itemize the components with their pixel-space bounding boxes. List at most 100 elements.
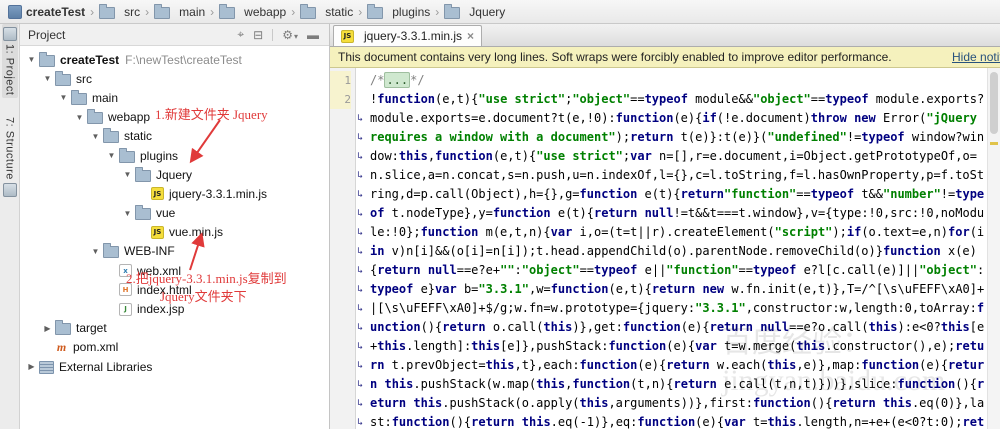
tree-item-label: webapp	[108, 110, 151, 125]
chevron-separator-icon: ›	[435, 4, 440, 19]
tree-item-webapp[interactable]: ▼ webapp	[20, 108, 329, 127]
tree-item-jquery-min-js[interactable]: JS jquery-3.3.1.min.js	[20, 184, 329, 203]
scrollbar-thumb[interactable]	[990, 72, 998, 134]
folder-icon	[219, 3, 236, 19]
folder-icon	[367, 3, 384, 19]
folder-icon	[103, 128, 119, 144]
chevron-down-icon[interactable]: ▼	[72, 113, 87, 122]
chevron-separator-icon: ›	[291, 4, 296, 19]
breadcrumb-label: src	[124, 4, 141, 19]
breadcrumb-item-main[interactable]: main	[152, 3, 207, 19]
tree-item-index-jsp[interactable]: Jindex.jsp	[20, 299, 329, 318]
tree-item-external-libraries[interactable]: ▶ External Libraries	[20, 357, 329, 376]
breadcrumb-item-webapp[interactable]: webapp	[217, 3, 288, 19]
tree-item-label: vue.min.js	[169, 225, 224, 240]
tree-item-label: External Libraries	[59, 359, 153, 374]
chevron-down-icon[interactable]: ▼	[88, 247, 103, 256]
chevron-separator-icon: ›	[358, 4, 363, 19]
soft-wrap-icon: ↳	[357, 284, 364, 295]
breadcrumb-item-createtest[interactable]: createTest	[6, 4, 87, 19]
settings-gear-icon[interactable]: ⚙▾	[282, 28, 298, 42]
tree-item-label: jquery-3.3.1.min.js	[169, 186, 268, 201]
tree-item-label: index.jsp	[137, 302, 185, 317]
folder-icon	[135, 205, 151, 221]
breadcrumb-label: main	[179, 4, 206, 19]
tree-item-static[interactable]: ▼ static	[20, 127, 329, 146]
project-tab-label: 1: Project	[3, 44, 16, 96]
soft-wrap-icon: ↳	[357, 227, 364, 238]
hide-panel-icon[interactable]: ▬	[307, 28, 319, 42]
tree-item-index-html[interactable]: Hindex.html	[20, 280, 329, 299]
breadcrumb-label: webapp	[244, 4, 287, 19]
project-panel: Project ⌖ ⊟ ⚙▾ ▬ ▼ createTest F:\newTest\c…	[20, 24, 330, 429]
tree-item-main[interactable]: ▼ main	[20, 88, 329, 107]
banner-message: This document contains very long lines. …	[338, 50, 892, 64]
close-icon[interactable]: ×	[467, 30, 474, 42]
breadcrumb-label: createTest	[26, 4, 86, 19]
comment-close: */	[410, 73, 425, 87]
tree-item-target[interactable]: ▶ target	[20, 319, 329, 338]
maven-file-icon: m	[56, 339, 67, 354]
editor-body: 1 2 /*... */ !function(e,t){"use strict";…	[330, 68, 1000, 429]
soft-wrap-icon: ↳	[357, 113, 364, 124]
tree-item-src[interactable]: ▼ src	[20, 69, 329, 88]
structure-tool-icon	[2, 183, 17, 198]
breadcrumb-item-jquery[interactable]: Jquery	[442, 3, 507, 19]
line-number-gutter[interactable]: 1 2	[330, 68, 356, 429]
code-area[interactable]: /*... */ !function(e,t){"use strict";"obj…	[356, 68, 987, 429]
soft-wrap-icon: ↳	[357, 417, 364, 428]
breadcrumb-label: plugins	[392, 4, 431, 19]
folder-icon	[119, 147, 135, 163]
breadcrumb-item-src[interactable]: src	[97, 3, 142, 19]
chevron-down-icon[interactable]: ▼	[56, 93, 71, 102]
soft-wrap-icon: ↳	[357, 360, 364, 371]
structure-tab-label: 7: Structure	[3, 117, 16, 181]
tree-item-label: static	[124, 129, 153, 144]
chevron-down-icon[interactable]: ▼	[88, 132, 103, 141]
tree-item-plugins[interactable]: ▼ plugins	[20, 146, 329, 165]
soft-wrap-banner: This document contains very long lines. …	[330, 47, 1000, 68]
chevron-right-icon[interactable]: ▶	[40, 324, 55, 333]
tree-item-label: createTest	[60, 52, 120, 67]
js-file-icon: JS	[151, 225, 164, 239]
chevron-down-icon[interactable]: ▼	[40, 74, 55, 83]
chevron-down-icon[interactable]: ▼	[104, 151, 119, 160]
sidebar-tab-project[interactable]: 1: Project	[1, 24, 18, 99]
soft-wrap-icon: ↳	[357, 398, 364, 409]
tree-item-pom-xml[interactable]: m pom.xml	[20, 338, 329, 357]
tree-item-web-xml[interactable]: x web.xml	[20, 261, 329, 280]
folder-icon	[55, 70, 71, 86]
tree-item-web-inf[interactable]: ▼ WEB-INF	[20, 242, 329, 261]
tree-item-jquery-folder[interactable]: ▼ Jquery	[20, 165, 329, 184]
tree-item-createtest[interactable]: ▼ createTest F:\newTest\createTest	[20, 50, 329, 69]
line-number: 2	[330, 90, 351, 109]
chevron-down-icon[interactable]: ▼	[120, 209, 135, 218]
soft-wrap-icon: ↳	[357, 341, 364, 352]
sidebar-tab-structure[interactable]: 7: Structure	[2, 114, 18, 200]
error-stripe-mark	[990, 142, 998, 145]
folder-icon	[39, 51, 55, 67]
chevron-down-icon[interactable]: ▼	[24, 55, 39, 64]
tree-item-vue-min-js[interactable]: JS vue.min.js	[20, 223, 329, 242]
tree-item-vue-folder[interactable]: ▼ vue	[20, 204, 329, 223]
soft-wrap-icon: ↳	[357, 189, 364, 200]
folder-icon	[99, 3, 116, 19]
tree-item-label: plugins	[140, 148, 179, 163]
breadcrumb-item-static[interactable]: static	[298, 3, 355, 19]
divider	[272, 28, 274, 41]
tree-item-label: main	[92, 90, 119, 105]
soft-wrap-icon: ↳	[357, 132, 364, 143]
editor-tab-jquery[interactable]: JS jquery-3.3.1.min.js ×	[333, 25, 483, 46]
hide-notification-link[interactable]: Hide notification	[952, 50, 1000, 64]
chevron-down-icon[interactable]: ▼	[120, 170, 135, 179]
soft-wrap-icon: ↳	[357, 303, 364, 314]
folded-region[interactable]: ...	[384, 72, 411, 88]
chevron-right-icon[interactable]: ▶	[24, 362, 39, 371]
vertical-scrollbar[interactable]	[987, 68, 1000, 429]
breadcrumb-item-plugins[interactable]: plugins	[365, 3, 432, 19]
tree-item-label: WEB-INF	[124, 244, 175, 259]
folder-icon	[135, 166, 151, 182]
locate-icon[interactable]: ⌖	[237, 27, 244, 42]
soft-wrap-icon: ↳	[357, 151, 364, 162]
collapse-all-icon[interactable]: ⊟	[253, 28, 263, 42]
